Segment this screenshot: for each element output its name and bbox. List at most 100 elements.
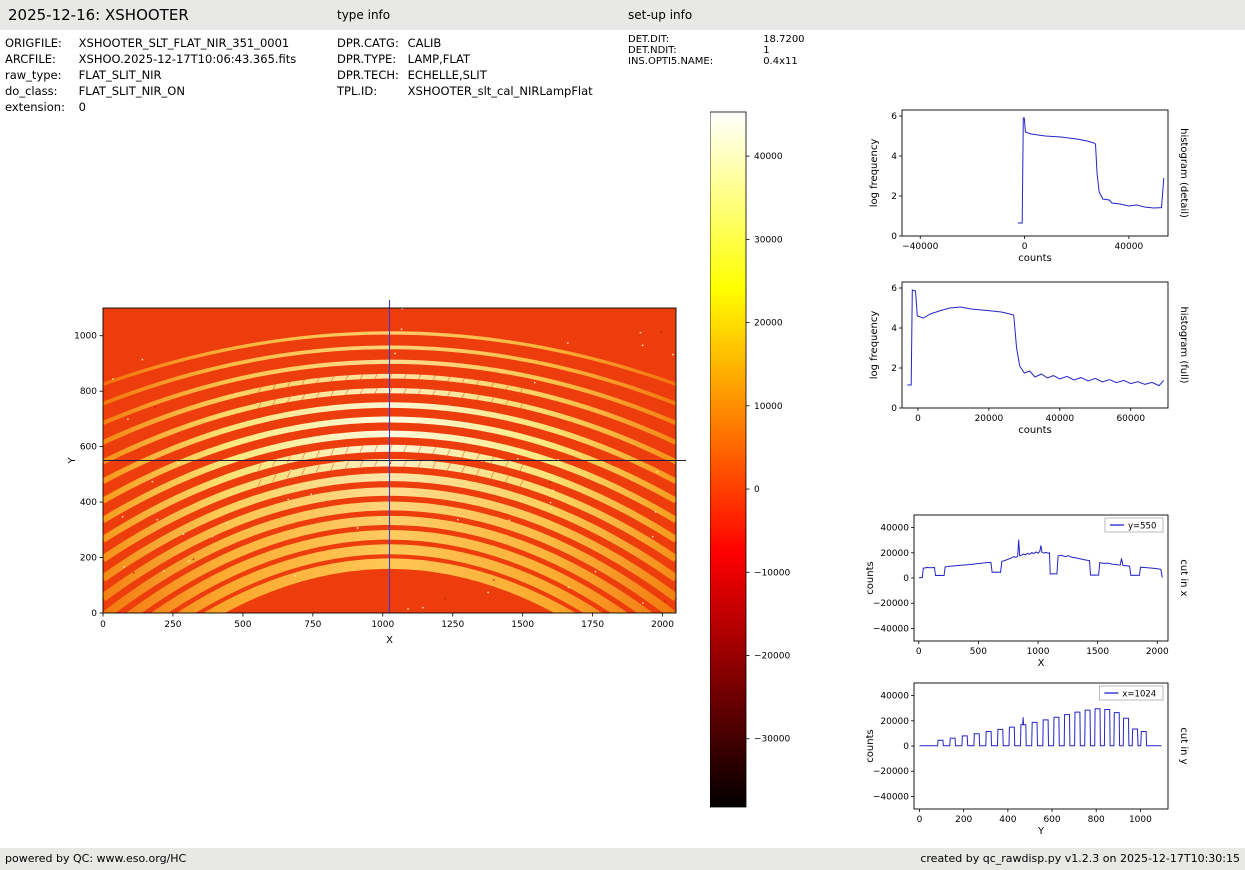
svg-text:histogram (detail): histogram (detail) — [1178, 128, 1189, 218]
svg-text:4: 4 — [891, 324, 897, 334]
svg-text:counts: counts — [865, 729, 876, 762]
meta-value: CALIB — [408, 36, 442, 50]
svg-text:log frequency: log frequency — [869, 139, 880, 208]
meta-row: INS.OPTI5.NAME: 0.4x11 — [628, 56, 805, 67]
svg-text:0: 0 — [903, 742, 909, 752]
svg-text:2: 2 — [891, 192, 897, 202]
setup-info-block: DET.DIT: 18.7200 DET.NDIT: 1 INS.OPTI5.N… — [628, 34, 805, 67]
meta-value: 0.4x11 — [763, 56, 798, 67]
meta-label: ORIGFILE: — [5, 36, 75, 50]
svg-text:6: 6 — [891, 112, 897, 122]
svg-text:750: 750 — [304, 620, 321, 630]
meta-row: DPR.TECH: ECHELLE,SLIT — [337, 68, 593, 84]
svg-text:2: 2 — [891, 364, 897, 374]
svg-text:0: 0 — [891, 404, 897, 414]
svg-text:800: 800 — [1088, 815, 1105, 825]
svg-text:40000: 40000 — [880, 692, 909, 702]
meta-row: ORIGFILE: XSHOOTER_SLT_FLAT_NIR_351_0001 — [5, 36, 296, 52]
svg-text:X: X — [1038, 658, 1045, 669]
svg-text:1000: 1000 — [74, 332, 97, 342]
svg-text:60000: 60000 — [1116, 414, 1145, 424]
file-info-block: ORIGFILE: XSHOOTER_SLT_FLAT_NIR_351_0001… — [5, 36, 296, 116]
setup-info-heading: set-up info — [628, 0, 692, 30]
svg-text:0: 0 — [1022, 242, 1028, 252]
meta-value: 0 — [79, 100, 86, 114]
svg-text:y=550: y=550 — [1128, 522, 1156, 532]
svg-text:−20000: −20000 — [873, 767, 909, 777]
svg-text:0: 0 — [891, 232, 897, 242]
svg-text:0: 0 — [100, 620, 106, 630]
svg-text:1000: 1000 — [1129, 815, 1152, 825]
histogram-full-chart: 02000040000600000246countslog frequencyh… — [862, 272, 1194, 450]
meta-value: ECHELLE,SLIT — [408, 68, 487, 82]
meta-row: DPR.TYPE: LAMP,FLAT — [337, 52, 593, 68]
meta-label: TPL.ID: — [337, 84, 404, 98]
svg-text:histogram (full): histogram (full) — [1178, 306, 1189, 383]
svg-text:40000: 40000 — [1115, 242, 1144, 252]
meta-label: DPR.TYPE: — [337, 52, 404, 66]
qc-report-page: 2025-12-16: XSHOOTER type info set-up in… — [0, 0, 1245, 870]
svg-text:cut in x: cut in x — [1178, 559, 1189, 596]
meta-value: 18.7200 — [763, 34, 804, 45]
meta-value: FLAT_SLIT_NIR_ON — [79, 84, 185, 98]
svg-text:Y: Y — [1037, 826, 1045, 837]
svg-text:20000: 20000 — [754, 319, 783, 329]
svg-text:200: 200 — [955, 815, 972, 825]
svg-text:1000: 1000 — [371, 620, 394, 630]
meta-label: do_class: — [5, 84, 75, 98]
svg-text:20000: 20000 — [880, 717, 909, 727]
svg-text:30000: 30000 — [754, 235, 783, 245]
detector-image-chart: 0250500750100012501500175020000200400600… — [58, 295, 698, 667]
svg-text:10000: 10000 — [754, 402, 783, 412]
svg-text:0: 0 — [916, 647, 922, 657]
svg-text:0: 0 — [915, 414, 921, 424]
svg-text:−20000: −20000 — [873, 599, 909, 609]
svg-text:counts: counts — [1018, 253, 1051, 264]
footer-bar: powered by QC: www.eso.org/HC created by… — [0, 848, 1245, 870]
svg-text:500: 500 — [234, 620, 251, 630]
svg-text:400: 400 — [80, 498, 97, 508]
svg-text:counts: counts — [865, 561, 876, 594]
svg-text:20000: 20000 — [880, 549, 909, 559]
cut-in-x-chart: 0500100015002000−40000−2000002000040000X… — [862, 505, 1194, 683]
svg-text:6: 6 — [891, 284, 897, 294]
svg-text:1250: 1250 — [441, 620, 464, 630]
meta-label: extension: — [5, 100, 75, 114]
svg-text:2000: 2000 — [1146, 647, 1169, 657]
svg-text:−10000: −10000 — [754, 568, 790, 578]
meta-row: raw_type: FLAT_SLIT_NIR — [5, 68, 296, 84]
svg-text:600: 600 — [80, 443, 97, 453]
page-title: 2025-12-16: XSHOOTER — [8, 0, 189, 30]
footer-right: created by qc_rawdisp.py v1.2.3 on 2025-… — [920, 848, 1240, 870]
svg-text:x=1024: x=1024 — [1122, 690, 1156, 700]
svg-text:40000: 40000 — [880, 524, 909, 534]
meta-row: extension: 0 — [5, 100, 296, 116]
svg-text:400: 400 — [999, 815, 1016, 825]
svg-text:800: 800 — [80, 387, 97, 397]
header-bar: 2025-12-16: XSHOOTER type info set-up in… — [0, 0, 1245, 30]
cut-in-y-chart: 02004006008001000−40000−2000002000040000… — [862, 673, 1194, 849]
meta-value: LAMP,FLAT — [408, 52, 470, 66]
svg-text:1500: 1500 — [511, 620, 534, 630]
type-info-heading: type info — [337, 0, 390, 30]
meta-value: XSHOOTER_slt_cal_NIRLampFlat — [408, 84, 593, 98]
histogram-detail-chart: −400000400000246countslog frequencyhisto… — [862, 100, 1194, 278]
svg-text:20000: 20000 — [975, 414, 1004, 424]
svg-text:4: 4 — [891, 152, 897, 162]
svg-text:2000: 2000 — [651, 620, 674, 630]
meta-row: DET.NDIT: 1 — [628, 45, 805, 56]
meta-label: DPR.CATG: — [337, 36, 404, 50]
meta-value: 1 — [763, 45, 769, 56]
svg-text:−30000: −30000 — [754, 735, 790, 745]
meta-row: DET.DIT: 18.7200 — [628, 34, 805, 45]
svg-text:−20000: −20000 — [754, 652, 790, 662]
meta-label: DPR.TECH: — [337, 68, 404, 82]
svg-text:log frequency: log frequency — [869, 311, 880, 380]
svg-text:counts: counts — [1018, 425, 1051, 436]
meta-row: TPL.ID: XSHOOTER_slt_cal_NIRLampFlat — [337, 84, 593, 100]
svg-text:X: X — [386, 635, 393, 646]
meta-row: DPR.CATG: CALIB — [337, 36, 593, 52]
colorbar: 400003000020000100000−10000−20000−30000 — [710, 105, 820, 817]
svg-text:cut in y: cut in y — [1178, 727, 1189, 764]
meta-value: XSHOOTER_SLT_FLAT_NIR_351_0001 — [79, 36, 290, 50]
